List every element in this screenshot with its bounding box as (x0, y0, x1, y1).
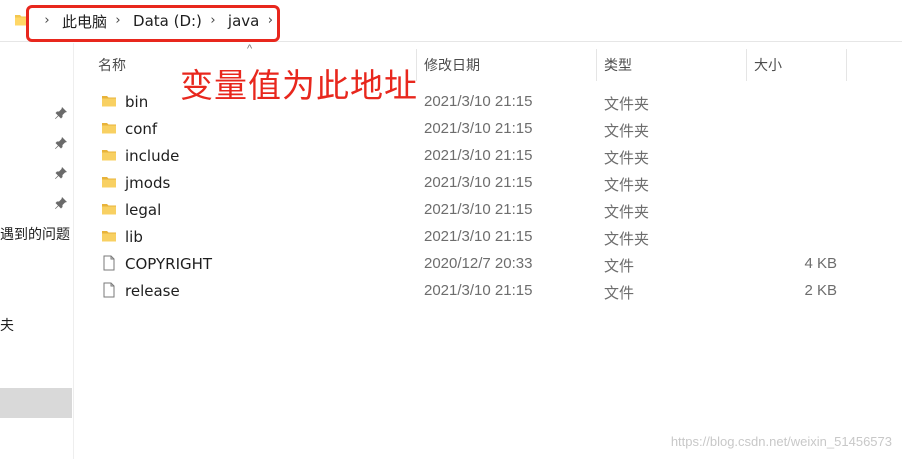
file-type: 文件夹 (604, 122, 650, 140)
watermark: https://blog.csdn.net/weixin_51456573 (670, 434, 892, 449)
file-date: 2020/12/7 20:33 (424, 255, 533, 272)
file-type: 文件 (604, 284, 635, 302)
highlight-annotation-box (26, 5, 280, 42)
column-divider[interactable] (596, 49, 597, 81)
column-date[interactable]: 修改日期 (424, 55, 480, 75)
column-name[interactable]: 名称 (98, 55, 126, 75)
file-date: 2021/3/10 21:15 (424, 228, 533, 245)
folder-icon (102, 96, 116, 107)
pin-icon[interactable] (54, 196, 68, 210)
file-name[interactable]: bin (125, 93, 148, 111)
address-bar[interactable]: › 此电脑 › Data (D:) › java › (0, 0, 902, 42)
table-row[interactable]: release 2021/3/10 21:15 文件 2 KB (75, 277, 902, 304)
folder-icon (102, 150, 116, 161)
folder-icon (102, 177, 116, 188)
file-date: 2021/3/10 21:15 (424, 282, 533, 299)
column-divider[interactable] (746, 49, 747, 81)
table-row[interactable]: bin 2021/3/10 21:15 文件夹 (75, 88, 902, 115)
file-name[interactable]: include (125, 147, 179, 165)
table-row[interactable]: jmods 2021/3/10 21:15 文件夹 (75, 169, 902, 196)
file-size: 2 KB (804, 282, 837, 299)
folder-icon (102, 204, 116, 215)
file-name[interactable]: jmods (125, 174, 170, 192)
table-row[interactable]: legal 2021/3/10 21:15 文件夹 (75, 196, 902, 223)
file-name[interactable]: lib (125, 228, 143, 246)
file-size: 4 KB (804, 255, 837, 272)
file-icon (103, 282, 115, 298)
file-type: 文件夹 (604, 176, 650, 194)
table-row[interactable]: include 2021/3/10 21:15 文件夹 (75, 142, 902, 169)
column-size[interactable]: 大小 (754, 55, 782, 75)
table-row[interactable]: lib 2021/3/10 21:15 文件夹 (75, 223, 902, 250)
pin-icon[interactable] (54, 106, 68, 120)
file-type: 文件夹 (604, 203, 650, 221)
pin-icon[interactable] (54, 166, 68, 180)
folder-icon (102, 231, 116, 242)
column-type[interactable]: 类型 (604, 55, 632, 75)
folder-icon (102, 123, 116, 134)
nav-item-folder[interactable]: 夫 (0, 315, 14, 335)
file-date: 2021/3/10 21:15 (424, 174, 533, 191)
column-divider[interactable] (846, 49, 847, 81)
pin-icon[interactable] (54, 136, 68, 150)
file-date: 2021/3/10 21:15 (424, 147, 533, 164)
file-type: 文件夹 (604, 149, 650, 167)
nav-item-issues[interactable]: 遇到的问题 (0, 224, 70, 244)
file-name[interactable]: release (125, 282, 180, 300)
file-type: 文件夹 (604, 95, 650, 113)
file-type: 文件 (604, 257, 635, 275)
file-date: 2021/3/10 21:15 (424, 201, 533, 218)
navigation-pane: 遇到的问题 夫 (0, 43, 74, 459)
nav-item-selected[interactable] (0, 388, 72, 418)
table-row[interactable]: COPYRIGHT 2020/12/7 20:33 文件 4 KB (75, 250, 902, 277)
file-type: 文件夹 (604, 230, 650, 248)
file-list: bin 2021/3/10 21:15 文件夹 conf 2021/3/10 2… (75, 88, 902, 304)
file-name[interactable]: conf (125, 120, 157, 138)
file-date: 2021/3/10 21:15 (424, 120, 533, 137)
file-icon (103, 255, 115, 271)
table-row[interactable]: conf 2021/3/10 21:15 文件夹 (75, 115, 902, 142)
file-name[interactable]: COPYRIGHT (125, 255, 212, 273)
sort-up-icon: ^ (247, 43, 253, 55)
file-date: 2021/3/10 21:15 (424, 93, 533, 110)
file-name[interactable]: legal (125, 201, 161, 219)
